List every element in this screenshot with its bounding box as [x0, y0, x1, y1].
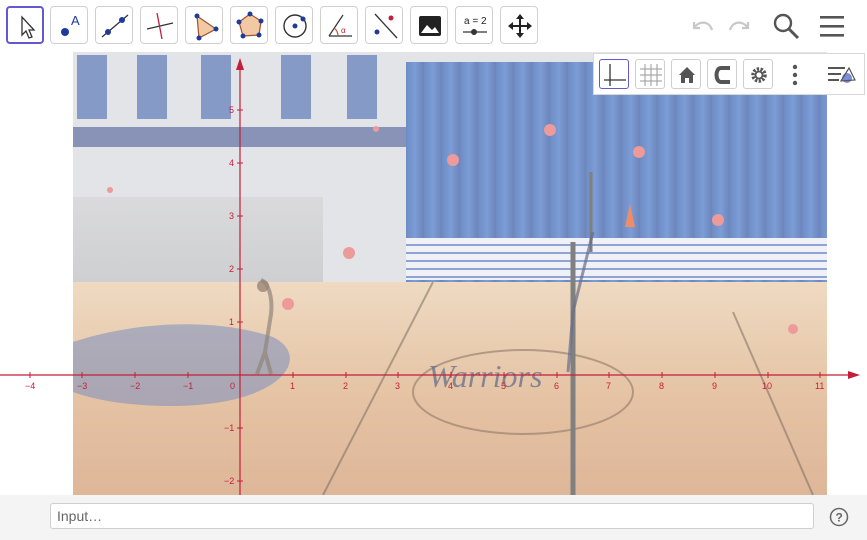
- circle-center-icon: [283, 14, 307, 38]
- x-tick-label: 5: [501, 381, 507, 391]
- regular-polygon-tool-button[interactable]: [230, 6, 268, 44]
- toolbar: A α a = 2: [0, 0, 867, 52]
- grid-icon: [640, 64, 662, 86]
- x-tick-label: −3: [77, 381, 88, 391]
- y-tick-label: −1: [224, 423, 235, 433]
- reflect-icon: [374, 13, 398, 39]
- show-grid-button[interactable]: [635, 59, 665, 89]
- point-icon: A: [61, 13, 80, 36]
- style-bar-toggle-button[interactable]: [824, 59, 856, 89]
- point-tool-button[interactable]: A: [50, 6, 88, 44]
- style-bar-toggle-icon: [828, 66, 856, 83]
- x-tick-label: 6: [554, 381, 560, 391]
- angle-icon: α: [328, 14, 352, 37]
- x-tick-label: 4: [448, 381, 454, 391]
- menu-icon: [820, 16, 844, 37]
- point-capturing-button[interactable]: [707, 59, 737, 89]
- graphics-style-bar: [593, 53, 865, 95]
- x-tick-label: 1: [290, 381, 296, 391]
- svg-text:α: α: [341, 26, 346, 35]
- y-tick-label: 5: [229, 105, 235, 115]
- slider-label: a = 2: [464, 16, 487, 27]
- algebra-input[interactable]: [50, 503, 814, 529]
- y-tick-label: 3: [229, 211, 235, 221]
- redo-button[interactable]: [722, 8, 758, 44]
- help-icon: ?: [829, 507, 849, 527]
- y-tick-label: −2: [224, 476, 235, 486]
- x-tick-label: 2: [343, 381, 349, 391]
- standard-view-button[interactable]: [671, 59, 701, 89]
- undo-icon: [692, 21, 714, 31]
- magnet-icon: [714, 66, 730, 84]
- axes: [0, 58, 860, 495]
- more-button[interactable]: [779, 59, 809, 89]
- x-tick-label: −4: [25, 381, 36, 391]
- move-view-tool-button[interactable]: [500, 6, 538, 44]
- home-icon: [679, 67, 695, 83]
- input-bar: ?: [0, 495, 867, 540]
- image-tool-button[interactable]: [410, 6, 448, 44]
- polygon-tool-button[interactable]: [185, 6, 223, 44]
- x-tick-label: −2: [130, 381, 141, 391]
- polygon-icon: [194, 13, 219, 41]
- perpendicular-icon: [146, 12, 174, 40]
- x-tick-label: 10: [762, 381, 773, 391]
- image-icon: [419, 16, 441, 36]
- help-glyph: ?: [836, 511, 843, 525]
- move-view-icon: [508, 14, 532, 38]
- circle-tool-button[interactable]: [275, 6, 313, 44]
- gear-icon: [751, 67, 767, 83]
- x-tick-label: 9: [712, 381, 718, 391]
- x-tick-label: −1: [183, 381, 194, 391]
- x-tick-label: 8: [659, 381, 665, 391]
- more-vertical-icon: [792, 64, 798, 86]
- x-tick-label: 7: [606, 381, 612, 391]
- circle-icon: [236, 11, 264, 39]
- move-arrow-icon: [21, 15, 36, 39]
- main-menu-button[interactable]: [814, 8, 850, 44]
- settings-button[interactable]: [743, 59, 773, 89]
- slider-icon: a = 2: [463, 16, 487, 35]
- redo-icon: [728, 21, 750, 31]
- y-tick-label: 1: [229, 317, 235, 327]
- line-icon: [101, 14, 129, 38]
- perpendicular-tool-button[interactable]: [140, 6, 178, 44]
- y-tick-label: 2: [229, 264, 235, 274]
- undo-button[interactable]: [684, 8, 720, 44]
- point-label: A: [71, 13, 80, 28]
- x-tick-label: 11: [815, 381, 825, 391]
- reflect-tool-button[interactable]: [365, 6, 403, 44]
- graphics-view[interactable]: Warriors −4 −3 −2 −1 0 1 2 3 4 5 6 7 8 9…: [0, 52, 867, 495]
- help-button[interactable]: ?: [829, 507, 849, 527]
- search-icon: [773, 13, 800, 40]
- line-tool-button[interactable]: [95, 6, 133, 44]
- x-tick-label: 0: [230, 381, 236, 391]
- x-tick-label: 3: [395, 381, 401, 391]
- move-tool-button[interactable]: [6, 6, 44, 44]
- angle-tool-button[interactable]: α: [320, 6, 358, 44]
- axes-icon: [604, 64, 626, 86]
- slider-tool-button[interactable]: a = 2: [455, 6, 493, 44]
- show-axes-button[interactable]: [599, 59, 629, 89]
- y-tick-label: 4: [229, 158, 235, 168]
- search-button[interactable]: [768, 8, 804, 44]
